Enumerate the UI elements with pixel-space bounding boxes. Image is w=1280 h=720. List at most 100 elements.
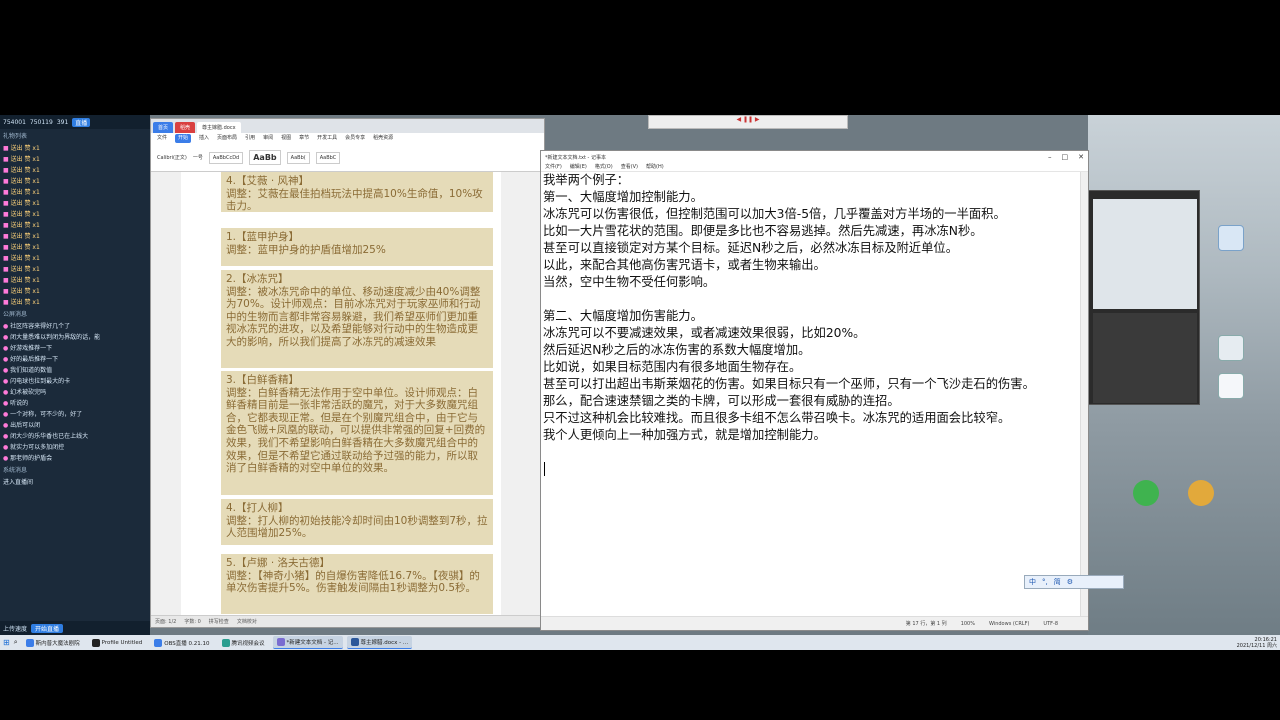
font-select[interactable]: Calibri(正文) xyxy=(157,154,187,161)
patch-block: 5.【卢娜 · 洛夫古德】 调整：【神奇小猪】的自爆伤害降低16.7%。【夜骐】的… xyxy=(221,554,493,614)
wps-menu-item[interactable]: 文件 xyxy=(157,134,167,143)
stat-viewers: 754001 xyxy=(3,118,26,126)
chat-message: ● 就实力可以多加闭控 xyxy=(3,444,65,451)
tab-document[interactable]: 尊主嫁腊.docx xyxy=(197,122,241,133)
taskbar-app[interactable]: OBS直播 0.21.10 xyxy=(150,636,213,649)
ime-simplified[interactable]: 简 xyxy=(1054,577,1061,587)
gift-message: ■ 送出 赞 x1 xyxy=(3,189,40,196)
wps-menu-item[interactable]: 会员专享 xyxy=(345,134,365,143)
chat-topbar: 754001 750119 391 直播 xyxy=(0,115,150,129)
style-heading2[interactable]: AaBb( xyxy=(286,151,310,164)
chat-list[interactable]: ● 社区阵容来得好几个了 ● 闭大量悉难以判闭为界敌的话，能 ● 好游戏推荐一下 ● … xyxy=(0,320,150,463)
line-ending: Windows (CRLF) xyxy=(988,620,1030,627)
wps-menu-item[interactable]: 稻壳资源 xyxy=(373,134,393,143)
chat-list-title: 公屏消息 xyxy=(3,311,28,318)
zoom-level: 100% xyxy=(960,620,975,627)
gift-list[interactable]: ■ 送出 赞 x1 ■ 送出 赞 x1 ■ 送出 赞 x1 ■ 送出 赞 x1 ■ 送出… xyxy=(0,142,150,307)
desktop-icon-settings[interactable] xyxy=(1218,335,1244,361)
chat-message: ● 闭大量悉难以判闭为界敌的话，能 xyxy=(3,334,101,341)
maximize-icon[interactable]: □ xyxy=(1062,153,1069,161)
chat-message: ● 幻术被砍完吗 xyxy=(3,389,47,396)
gift-list-title: 礼物列表 xyxy=(3,133,28,140)
start-icon[interactable]: ⊞ xyxy=(3,638,10,647)
text-line: 我个人更倾向上一种加强方式，就是增加控制能力。 xyxy=(543,428,826,442)
wps-menu-item[interactable]: 审阅 xyxy=(263,134,273,143)
gift-message: ■ 送出 赞 x1 xyxy=(3,222,40,229)
notepad-title: *新建文本文档.txt - 记事本 xyxy=(545,154,606,161)
style-heading1[interactable]: AaBb xyxy=(249,150,281,165)
chat-message: ● 听说的 xyxy=(3,400,29,407)
document-area: 4.【艾薇 · 风神】 调整：艾薇在最佳拍档玩法中提高10%生命值，10%攻击力。… xyxy=(151,172,544,615)
patch-block: 4.【打人柳】 调整：打人柳的初始技能冷却时间由10秒调整到7秒，拉人范围增加25… xyxy=(221,499,493,545)
wps-statusbar: 页面: 1/2 字数: 0 拼写检查 文档校对 xyxy=(151,615,544,627)
search-icon[interactable]: ⌕ xyxy=(14,638,18,647)
minimize-icon[interactable]: – xyxy=(1048,153,1052,161)
gift-message: ■ 送出 赞 x1 xyxy=(3,288,40,295)
ime-toolbar[interactable]: 中 °, 简 ⚙ xyxy=(1024,575,1124,589)
chat-message: ● 我们知道的数值 xyxy=(3,367,53,374)
stat-gifts: 391 xyxy=(56,118,69,126)
app-icon xyxy=(276,638,285,646)
notepad-menu-item[interactable]: 查看(V) xyxy=(621,163,638,171)
app-icon xyxy=(221,638,230,647)
desktop-icon-wechat[interactable] xyxy=(1133,480,1159,506)
ime-mode[interactable]: 中 xyxy=(1029,577,1036,587)
tab-home[interactable]: 首页 xyxy=(153,122,174,133)
system-message: 进入直播间 xyxy=(3,479,34,486)
notepad-menu-item[interactable]: 编辑(E) xyxy=(570,163,587,171)
text-line: 甚至可以直接锁定对方某个目标。延迟N秒之后，必然冰冻目标及附近单位。 xyxy=(543,241,958,255)
wps-menu-item[interactable]: 插入 xyxy=(199,134,209,143)
chat-message: ● 闭大少的乐华香也已在上线大 xyxy=(3,433,89,440)
clock-date: 2021/12/11 周六 xyxy=(1236,642,1277,649)
taskbar-app[interactable]: *新建文本文档 - 记... xyxy=(272,636,343,649)
wps-menu-item[interactable]: 引用 xyxy=(245,134,255,143)
notepad-text-area[interactable]: 我举两个例子： 第一、大幅度增加控制能力。 冰冻咒可以伤害很低，但控制范围可以加大3… xyxy=(543,172,1078,616)
style-heading3[interactable]: AaBbC xyxy=(315,151,341,164)
desktop-icon-file[interactable] xyxy=(1218,373,1244,399)
font-size-select[interactable]: 一号 xyxy=(193,154,203,161)
text-line: 冰冻咒可以伤害很低，但控制范围可以加大3倍-5倍，几乎覆盖对方半场的一半面积。 xyxy=(543,207,1006,221)
wps-menu-item[interactable]: 视图 xyxy=(281,134,291,143)
wps-menu-item[interactable]: 页面布局 xyxy=(217,134,237,143)
taskbar-app[interactable]: 斯内普大魔法剧院 xyxy=(22,636,84,649)
notepad-menu-item[interactable]: 格式(O) xyxy=(595,163,613,171)
vertical-scrollbar[interactable] xyxy=(1080,172,1088,616)
wps-menu-item[interactable]: 开始 xyxy=(175,134,192,143)
word-count: 字数: 0 xyxy=(184,619,201,625)
notepad-statusbar: 第 17 行，第 1 列 100% Windows (CRLF) UTF-8 xyxy=(541,616,1088,630)
taskbar-app[interactable]: Profile Untitled xyxy=(88,636,147,649)
notepad-menu-item[interactable]: 文件(F) xyxy=(545,163,562,171)
taskbar-app[interactable]: 尊主嫁腊.docx - ... xyxy=(346,636,413,649)
text-line: 以此，来配合其他高伤害咒语卡，或者生物来输出。 xyxy=(543,258,826,272)
clock[interactable]: 20:16:21 2021/12/11 周六 xyxy=(1237,637,1277,649)
ime-settings-icon[interactable]: ⚙ xyxy=(1067,578,1073,586)
obs-preview xyxy=(1093,199,1197,309)
text-line: 第二、大幅度增加伤害能力。 xyxy=(543,309,703,323)
desktop-icon-avatar[interactable] xyxy=(1188,480,1214,506)
ime-punct[interactable]: °, xyxy=(1042,578,1048,586)
notepad-window: *新建文本文档.txt - 记事本 – □ ✕ 文件(F) 编辑(E) 格式(O) 查… xyxy=(540,150,1089,631)
gift-message: ■ 送出 赞 x1 xyxy=(3,167,40,174)
media-player-strip[interactable]: ◀ ❚❚ ▶ xyxy=(648,115,848,129)
text-line: 然后延迟N秒之后的冰冻伤害的系数大幅度增加。 xyxy=(543,343,811,357)
close-icon[interactable]: ✕ xyxy=(1078,153,1084,161)
taskbar-app[interactable]: 腾讯视频会议 xyxy=(218,636,269,649)
app-icon xyxy=(91,638,100,647)
wps-menu-item[interactable]: 开发工具 xyxy=(317,134,337,143)
taskbar: ⊞ ⌕ 斯内普大魔法剧院 Profile Untitled OBS直播 0.21.1… xyxy=(0,635,1280,650)
style-normal[interactable]: AaBbCcDd xyxy=(208,151,244,164)
tab-docer[interactable]: 稻壳 xyxy=(175,122,196,133)
start-live-button[interactable]: 开始直播 xyxy=(31,623,64,633)
gift-message: ■ 送出 赞 x1 xyxy=(3,277,40,284)
text-caret xyxy=(544,462,545,476)
spell-check[interactable]: 拼写检查 xyxy=(209,618,229,625)
gift-message: ■ 送出 赞 x1 xyxy=(3,211,40,218)
patch-block: 2.【冰冻咒】 调整：被冰冻咒命中的单位、移动速度减少由40%调整为70%。设计师… xyxy=(221,270,493,368)
doc-proofread[interactable]: 文档校对 xyxy=(237,618,257,625)
notepad-menu-item[interactable]: 帮助(H) xyxy=(646,163,664,171)
desktop-icon-app[interactable] xyxy=(1218,225,1244,251)
text-line: 比如一大片雪花状的范围。即便是多比也不容易逃掉。然后先减速，再冰冻N秒。 xyxy=(543,224,983,238)
gift-message: ■ 送出 赞 x1 xyxy=(3,299,40,306)
wps-menu-item[interactable]: 章节 xyxy=(299,134,309,143)
document-page[interactable]: 4.【艾薇 · 风神】 调整：艾薇在最佳拍档玩法中提高10%生命值，10%攻击力。… xyxy=(181,172,501,615)
